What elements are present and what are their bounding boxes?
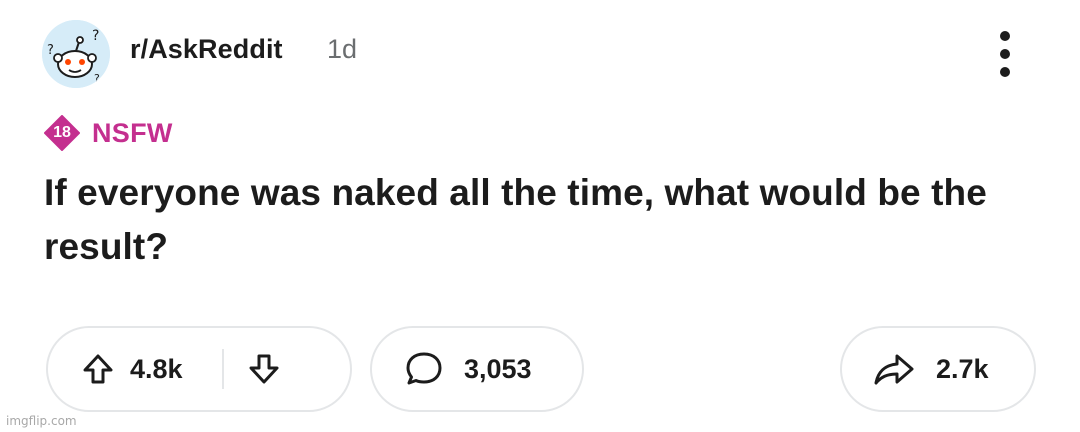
subreddit-avatar[interactable]: ? ? ? (42, 20, 110, 88)
comment-count: 3,053 (464, 353, 532, 384)
comment-bubble-icon (406, 352, 442, 385)
post-title[interactable]: If everyone was naked all the time, what… (44, 166, 1004, 274)
vote-bar: 4.8k (46, 326, 352, 412)
svg-text:?: ? (92, 28, 99, 44)
nsfw-badge-number: 18 (53, 124, 71, 141)
arrow-down-icon (249, 354, 279, 384)
comment-icon-wrap (404, 350, 444, 388)
nsfw-badge: 18 (44, 115, 80, 151)
share-icon-wrap (872, 350, 916, 388)
watermark: imgflip.com (6, 414, 77, 428)
subreddit-name[interactable]: r/AskReddit (130, 34, 283, 65)
svg-text:?: ? (94, 72, 100, 85)
arrow-up-icon (83, 354, 113, 384)
post-age: 1d (327, 34, 358, 64)
vote-count: 4.8k (130, 353, 183, 384)
kebab-menu-icon (1000, 31, 1010, 77)
nsfw-tag: 18 NSFW (44, 114, 173, 152)
share-button[interactable]: 2.7k (840, 326, 1036, 412)
downvote-button[interactable] (246, 351, 282, 387)
share-arrow-icon (874, 354, 914, 385)
share-count: 2.7k (936, 353, 989, 384)
nsfw-label: NSFW (92, 117, 173, 148)
upvote-button[interactable] (80, 351, 116, 387)
svg-text:?: ? (47, 43, 54, 58)
askreddit-snoo-icon: ? ? ? (42, 20, 110, 88)
more-options-button[interactable] (990, 28, 1020, 80)
comments-button[interactable]: 3,053 (370, 326, 584, 412)
vote-divider (222, 349, 224, 389)
